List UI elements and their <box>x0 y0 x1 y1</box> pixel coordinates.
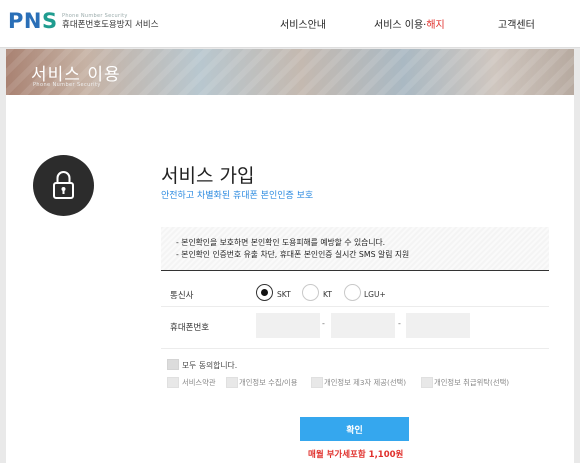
nav-service-use[interactable]: 서비스 이용·해지 <box>374 16 445 31</box>
page-banner: 서비스 이용 Phone Number Security <box>6 49 574 95</box>
logo-wordmark: PNS <box>8 9 58 33</box>
agree-terms-checkbox[interactable] <box>167 377 179 388</box>
agree-third-party-checkbox[interactable] <box>311 377 323 388</box>
logo-tagline: Phone Number Security 휴대폰번호도용방지 서비스 <box>62 13 159 31</box>
agree-all-checkbox[interactable] <box>167 359 179 370</box>
radio-kt[interactable] <box>302 284 319 301</box>
price-text: 매월 부가세포함 1,100원 <box>308 450 404 460</box>
row-divider <box>161 306 549 307</box>
notice-line: - 본인확인 인증번호 유출 차단, 휴대폰 본인인증 실시간 SMS 알림 지… <box>176 250 410 259</box>
radio-lgu[interactable] <box>344 284 361 301</box>
lock-badge <box>33 155 94 216</box>
nav-service-info[interactable]: 서비스안내 <box>280 16 326 31</box>
radio-skt[interactable] <box>256 284 273 301</box>
logo-english-tagline: Phone Number Security <box>62 13 128 19</box>
agree-all-label[interactable]: 모두 동의합니다. <box>182 360 237 371</box>
confirm-button[interactable]: 확인 <box>300 417 409 441</box>
radio-lgu-label[interactable]: LGU+ <box>364 290 386 299</box>
page-subtitle: 안전하고 차별화된 휴대폰 본인인증 보호 <box>161 191 314 201</box>
phone-input-1[interactable] <box>256 313 320 338</box>
pns-logo[interactable]: PNS Phone Number Security 휴대폰번호도용방지 서비스 <box>8 9 159 33</box>
page-title: 서비스 가입 <box>161 165 255 187</box>
row-divider <box>161 348 549 349</box>
carrier-label: 통신사 <box>170 291 194 301</box>
agree-third-party-label[interactable]: 개인정보 제3자 제공(선택) <box>324 378 406 388</box>
notice-line: - 본인확인을 보호하면 본인확인 도용피해를 예방할 수 있습니다. <box>176 238 386 247</box>
site-header: PNS Phone Number Security 휴대폰번호도용방지 서비스 … <box>0 0 580 48</box>
agree-terms-label[interactable]: 서비스약관 <box>182 378 216 388</box>
lock-icon <box>53 171 74 199</box>
phone-separator: - <box>398 319 401 328</box>
agree-privacy-collect-checkbox[interactable] <box>226 377 238 388</box>
agree-outsourcing-label[interactable]: 개인정보 취급위탁(선택) <box>434 378 509 388</box>
phone-input-2[interactable] <box>331 313 395 338</box>
logo-korean-tagline: 휴대폰번호도용방지 서비스 <box>62 20 159 30</box>
radio-kt-label[interactable]: KT <box>323 290 332 299</box>
phone-separator: - <box>322 319 325 328</box>
agree-privacy-collect-label[interactable]: 개인정보 수집/이용 <box>239 378 297 388</box>
agree-outsourcing-checkbox[interactable] <box>421 377 433 388</box>
phone-input-3[interactable] <box>406 313 470 338</box>
nav-customer-center[interactable]: 고객센터 <box>498 16 535 31</box>
radio-skt-label[interactable]: SKT <box>277 290 291 299</box>
notice-box: - 본인확인을 보호하면 본인확인 도용피해를 예방할 수 있습니다. - 본인… <box>161 227 549 271</box>
phone-label: 휴대폰번호 <box>170 323 210 333</box>
main-content: 서비스 가입 안전하고 차별화된 휴대폰 본인인증 보호 - 본인확인을 보호하… <box>6 95 574 463</box>
banner-subtitle: Phone Number Security <box>33 82 101 88</box>
